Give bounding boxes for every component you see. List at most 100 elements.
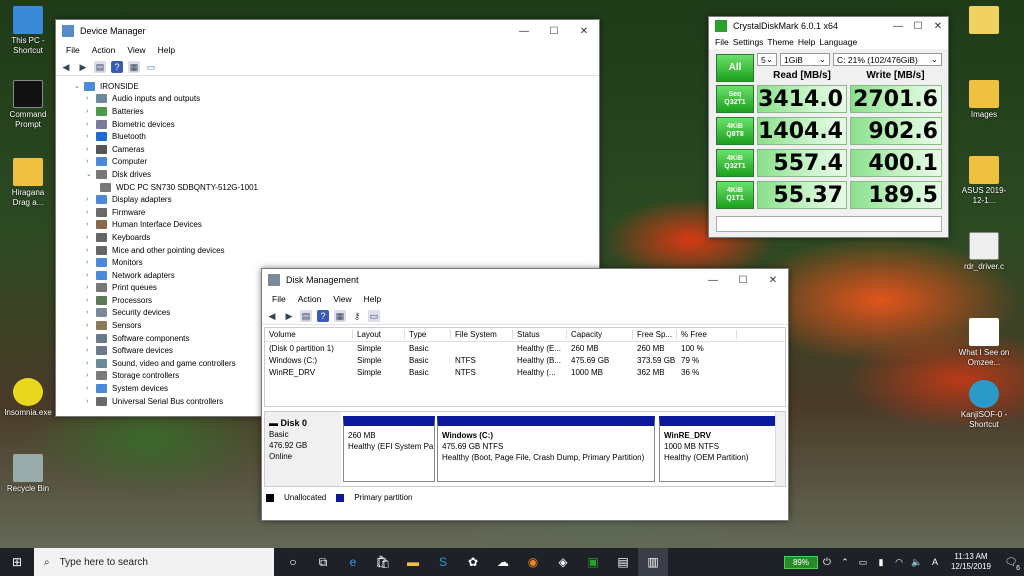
menu-settings[interactable]: Settings xyxy=(731,37,766,47)
tree-category-item[interactable]: › Keyboards xyxy=(74,231,599,244)
close-button[interactable]: ✕ xyxy=(569,20,599,42)
table-row[interactable]: Windows (C:) Simple Basic NTFS Healthy (B...… xyxy=(265,354,785,366)
help-icon[interactable]: ? xyxy=(317,309,329,322)
monitor-icon[interactable]: ▭ xyxy=(145,61,157,73)
clock[interactable]: 11:13 AM 12/15/2019 xyxy=(944,552,998,572)
chevron-right-icon[interactable]: › xyxy=(86,133,96,140)
tree-category-item[interactable]: › Computer xyxy=(74,156,599,169)
disk-management-window[interactable]: Disk Management — ☐ ✕ File Action View H… xyxy=(261,268,789,521)
desktop-icon-images[interactable]: Images xyxy=(958,80,1010,120)
desktop-icon-this-pc[interactable]: This PC - Shortcut xyxy=(2,6,54,56)
chevron-right-icon[interactable]: › xyxy=(86,196,96,203)
app-icon[interactable]: ✿ xyxy=(458,548,488,576)
title-bar[interactable]: Device Manager — ☐ ✕ xyxy=(56,20,599,42)
tree-category-item[interactable]: › Audio inputs and outputs xyxy=(74,93,599,106)
table-row[interactable]: (Disk 0 partition 1) Simple Basic Healthy (… xyxy=(265,342,785,354)
chevron-right-icon[interactable]: › xyxy=(86,259,96,266)
media-player-icon[interactable]: ◈ xyxy=(548,548,578,576)
test-button[interactable]: 4KiB Q32T1 xyxy=(716,149,754,177)
tree-category-item[interactable]: › Human Interface Devices xyxy=(74,219,599,232)
power-icon[interactable]: ⏻ xyxy=(818,548,836,576)
chevron-right-icon[interactable]: › xyxy=(86,297,96,304)
desktop-icon-recycle-bin[interactable]: Recycle Bin xyxy=(2,454,54,494)
chevron-right-icon[interactable]: › xyxy=(86,372,96,379)
desktop-icon-insomnia[interactable]: Insomnia.exe xyxy=(2,378,54,418)
properties-icon[interactable]: ▤ xyxy=(300,309,312,322)
test-button[interactable]: 4KiB Q8T8 xyxy=(716,117,754,145)
chevron-right-icon[interactable]: › xyxy=(86,247,96,254)
chevron-down-icon[interactable]: ⌄ xyxy=(74,82,84,90)
column-header[interactable]: Status xyxy=(513,330,567,339)
back-arrow-icon[interactable]: ◀ xyxy=(60,61,72,73)
desktop-icon-asus[interactable]: ASUS 2019-12-1... xyxy=(958,156,1010,206)
chevron-right-icon[interactable]: › xyxy=(86,108,96,115)
chevron-right-icon[interactable]: › xyxy=(86,309,96,316)
column-header[interactable]: Type xyxy=(405,330,451,339)
drive-select[interactable]: C: 21% (102/476GiB) ⌄ xyxy=(833,53,942,66)
test-button[interactable]: 4KiB Q1T1 xyxy=(716,181,754,209)
help-icon[interactable]: ? xyxy=(111,60,123,73)
ime-icon[interactable]: A xyxy=(926,548,944,576)
chevron-right-icon[interactable]: › xyxy=(86,398,96,405)
desktop-icon-hiragana[interactable]: Hiragana Drag a... xyxy=(2,158,54,208)
key-icon[interactable]: ⚷ xyxy=(351,310,363,322)
chevron-right-icon[interactable]: › xyxy=(86,234,96,241)
forward-arrow-icon[interactable]: ▶ xyxy=(77,61,89,73)
list-view-icon[interactable]: ▦ xyxy=(334,309,346,322)
tray-app-icon[interactable]: ▭ xyxy=(854,548,872,576)
device-manager-taskbar-icon[interactable]: ▤ xyxy=(608,548,638,576)
file-explorer-icon[interactable]: ▬ xyxy=(398,548,428,576)
crystaldiskmark-taskbar-icon[interactable]: ▣ xyxy=(578,548,608,576)
chevron-right-icon[interactable]: › xyxy=(86,322,96,329)
desktop-icon-rdr-driver[interactable]: rdr_driver.c xyxy=(958,232,1010,272)
chevron-right-icon[interactable]: › xyxy=(86,360,96,367)
tree-category-item[interactable]: › Biometric devices xyxy=(74,118,599,131)
title-bar[interactable]: Disk Management — ☐ ✕ xyxy=(262,269,788,291)
partition-block[interactable]: WinRE_DRV 1000 MB NTFS Healthy (OEM Partit… xyxy=(659,416,777,482)
battery-meter[interactable]: 89% xyxy=(784,555,818,569)
forward-arrow-icon[interactable]: ▶ xyxy=(283,310,295,322)
cortana-icon[interactable]: ○ xyxy=(278,548,308,576)
chevron-right-icon[interactable]: › xyxy=(86,221,96,228)
test-button[interactable]: Seq Q32T1 xyxy=(716,85,754,113)
minimize-button[interactable]: — xyxy=(888,17,908,35)
column-header[interactable]: % Free xyxy=(677,330,737,339)
title-bar[interactable]: CrystalDiskMark 6.0.1 x64 — ☐ ✕ xyxy=(709,17,948,35)
edge-browser-icon[interactable]: e xyxy=(338,548,368,576)
menu-action[interactable]: Action xyxy=(292,294,328,304)
skype-icon[interactable]: S xyxy=(428,548,458,576)
wifi-icon[interactable]: ◠ xyxy=(890,548,908,576)
notifications-icon[interactable]: 🗨 6 xyxy=(998,548,1024,576)
menu-view[interactable]: View xyxy=(121,45,151,55)
chevron-right-icon[interactable]: › xyxy=(86,209,96,216)
column-header[interactable]: Layout xyxy=(353,330,405,339)
tree-category-item[interactable]: › Mice and other pointing devices xyxy=(74,244,599,257)
chevron-right-icon[interactable]: › xyxy=(86,347,96,354)
test-size-select[interactable]: 1GiB ⌄ xyxy=(780,53,830,66)
desktop-icon-omzee[interactable]: What I See on Omzee... xyxy=(958,318,1010,368)
comment-field[interactable] xyxy=(716,216,942,232)
firefox-icon[interactable]: ◉ xyxy=(518,548,548,576)
close-button[interactable]: ✕ xyxy=(758,269,788,291)
store-icon[interactable]: 🛍 xyxy=(368,548,398,576)
column-header[interactable]: File System xyxy=(451,330,513,339)
network-app-icon[interactable]: ☁ xyxy=(488,548,518,576)
minimize-button[interactable]: — xyxy=(509,20,539,42)
search-box[interactable]: ⌕ Type here to search xyxy=(34,548,274,576)
chevron-right-icon[interactable]: › xyxy=(86,158,96,165)
tree-category-item[interactable]: › Cameras xyxy=(74,143,599,156)
tree-category-item[interactable]: ⌄ Disk drives xyxy=(74,168,599,181)
menu-help[interactable]: Help xyxy=(796,37,817,47)
chevron-right-icon[interactable]: › xyxy=(86,284,96,291)
chevron-right-icon[interactable]: › xyxy=(86,146,96,153)
chevron-right-icon[interactable]: › xyxy=(86,95,96,102)
close-button[interactable]: ✕ xyxy=(928,17,948,35)
volume-icon[interactable]: 🔈 xyxy=(908,548,926,576)
menu-file[interactable]: File xyxy=(713,37,731,47)
partition-block[interactable]: Windows (C:) 475.69 GB NTFS Healthy (Boot,… xyxy=(437,416,655,482)
chevron-right-icon[interactable]: › xyxy=(86,121,96,128)
maximize-button[interactable]: ☐ xyxy=(908,17,928,35)
tree-category-item[interactable]: › Batteries xyxy=(74,105,599,118)
column-header[interactable]: Free Sp... xyxy=(633,330,677,339)
tree-category-item[interactable]: › Firmware xyxy=(74,206,599,219)
